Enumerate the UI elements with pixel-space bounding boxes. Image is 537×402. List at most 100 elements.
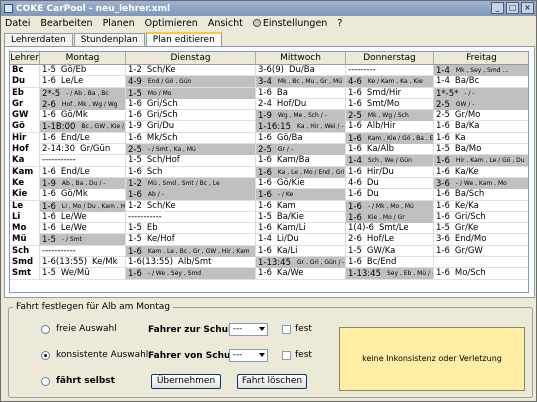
teacher-cell[interactable]: Du [10,76,40,88]
cell-mittwoch[interactable]: 3-6(9) Du/Ba [256,65,346,76]
cell-donnerstag[interactable]: 1-6 Bc/End [346,257,434,269]
cell-montag[interactable]: 1-6 Gö/Mk [40,189,126,201]
cell-freitag[interactable] [434,257,528,268]
cell-freitag[interactable]: 1-5 Gr/Ke [434,223,528,234]
cell-donnerstag[interactable]: 1-6 Smt/Mo [346,98,434,110]
cell-donnerstag[interactable]: 1-5 GW/Ka [346,245,434,257]
menu-bearbeiten[interactable]: Bearbeiten [40,18,92,29]
cell-freitag[interactable]: 1*-5* - / - [434,87,528,99]
cell-donnerstag[interactable]: 1-6 - / Mk , Mo , Mü [346,200,434,212]
cell-montag[interactable]: 1-6 Gö/Mk [40,110,126,122]
cell-dienstag[interactable]: 1-6 - / We , Sey , Smd [126,268,256,280]
cell-mittwoch[interactable]: 1-6 Kam/Li [256,223,346,235]
cell-mittwoch[interactable]: 3-4 Mk , Bc , Mu , Gr , Mü [256,76,346,88]
menu-ansicht[interactable]: Ansicht [208,18,243,29]
cell-dienstag[interactable]: 4-9 End / Gö , Gün [126,76,256,88]
cell-mittwoch[interactable]: 1-13:45 Gr , Gri , Gün / - [256,257,346,269]
teacher-cell[interactable]: Kie [10,189,40,201]
cell-donnerstag[interactable]: 1-6 Alb/Hir [346,121,434,133]
cell-mittwoch[interactable]: 1-6 Ka/Li [256,245,346,257]
cell-montag[interactable]: 1-5 Gö/Eb [40,65,126,76]
cell-montag[interactable]: 1-6 Le/We [40,211,126,223]
cell-dienstag[interactable]: 1-5 Ke/Hof [126,234,256,246]
cell-freitag[interactable]: 1-4 Ba/Bc [434,76,528,87]
cell-dienstag[interactable]: 1-6 Gri/Sch [126,110,256,122]
cell-donnerstag[interactable]: 1-6 Du [346,189,434,201]
cell-dienstag[interactable]: 1-6 Ab / - [126,189,256,201]
cell-montag[interactable]: 1-6 Li , Mo / Du , Kam , Hir [40,200,126,212]
cell-mittwoch[interactable]: 1-6 Ba [256,87,346,99]
cell-dienstag[interactable]: 1-5 Mo / Mo [126,87,256,99]
col-header-donnerstag[interactable]: Donnerstag [346,52,434,65]
minimize-button[interactable]: _ [491,2,504,14]
cell-donnerstag[interactable]: --------- [346,65,434,76]
cell-montag[interactable]: 1-9 Ab , Ba , Du / - [40,177,126,189]
cell-mittwoch[interactable]: 1-4 Li/Du [256,234,346,246]
cell-mittwoch[interactable]: 1-6 Kam [256,200,346,212]
cell-freitag[interactable]: 2-5 Gr/Mo [434,110,528,121]
radio-faehrt-selbst[interactable]: fährt selbst [41,376,115,386]
col-header-freitag[interactable]: Freitag [434,52,528,65]
teacher-cell[interactable]: Smd [10,257,40,269]
cell-freitag[interactable]: 3-6 - / We , Kam , Mo [434,177,528,189]
teacher-cell[interactable]: Sch [10,245,40,257]
cell-donnerstag[interactable]: 1(4)-6 Smt/Le [346,223,434,235]
cell-dienstag[interactable]: 1-6 Kam , Le , Bc , Gr , GW , Hir , Kam [126,245,256,257]
radio-freie-auswahl[interactable]: freie Auswahl [41,324,117,334]
col-header-mittwoch[interactable]: Mittwoch [256,52,346,65]
cell-freitag[interactable]: 1-6 Hir , Kam , Le / Gö , Du [434,155,528,167]
cell-montag[interactable]: 1-5 We/Mü [40,268,126,280]
cell-donnerstag[interactable]: 2-5 Mk , Wg / Sch [346,110,434,122]
cell-dienstag[interactable]: 1-5 Sch/Hof [126,155,256,167]
delete-ride-button[interactable]: Fahrt löschen [237,374,307,389]
cell-freitag[interactable]: 1-6 Ka/Ke [434,167,528,178]
cell-donnerstag[interactable]: 1-6 Kam , Kie / Gö , Ba , Eb [346,132,434,144]
cell-dienstag[interactable]: 1-6 Gri/Sch [126,98,256,110]
teacher-cell[interactable]: Hof [10,144,40,156]
cell-montag[interactable]: 1-5 - / Smt [40,234,126,246]
to-school-select[interactable]: --- [229,323,268,336]
teacher-cell[interactable]: GW [10,110,40,122]
cell-donnerstag[interactable]: 2-6 Hof/Le [346,234,434,246]
radio-konsistente-auswahl[interactable]: konsistente Auswahl [41,350,148,360]
close-button[interactable]: × [521,2,534,14]
to-school-fest-checkbox[interactable]: fest [282,324,312,334]
teacher-cell[interactable]: Mo [10,223,40,235]
cell-freitag[interactable]: 3-6 End/Mo [434,234,528,245]
cell-freitag[interactable]: 1-6 Gr/GW [434,246,528,257]
cell-mittwoch[interactable]: 1-5 Ba/Kie [256,211,346,223]
cell-dienstag[interactable]: 1-6 Mk/Sch [126,132,256,144]
cell-montag[interactable]: 1-6 End/Le [40,166,126,178]
cell-montag[interactable]: 1-6 Le/We [40,223,126,235]
cell-donnerstag[interactable]: 1-4 Sch , We / Gün [346,155,434,167]
cell-freitag[interactable]: 1-6 Mo/Sch [434,268,528,279]
teacher-cell[interactable]: Gr [10,98,40,110]
cell-mittwoch[interactable]: 1-6 - / Ke [256,189,346,201]
cell-dienstag[interactable]: 1-5 Eb [126,223,256,235]
cell-freitag[interactable]: 1-6 Ka [434,133,528,144]
cell-freitag[interactable]: 1-5 Ba/Mo [434,144,528,155]
apply-button[interactable]: Übernehmen [151,374,221,389]
cell-mittwoch[interactable]: 1-6 Gö/Kie [256,177,346,189]
from-school-fest-checkbox[interactable]: fest [282,350,312,360]
cell-montag[interactable]: 2-6 Hof , Mk , Wg / Wg [40,98,126,110]
teacher-cell[interactable]: Gö [10,121,40,133]
cell-dienstag[interactable]: 1-2 Sch/Ke [126,65,256,76]
cell-freitag[interactable]: 2-5 GW / - [434,98,528,110]
tab-lehrerdaten[interactable]: Lehrerdaten [4,33,73,47]
cell-montag[interactable]: 1-1B:00 Bc , GW , Kie / - [40,121,126,133]
cell-dienstag[interactable]: 1-6 Sch [126,166,256,178]
from-school-select[interactable]: --- [229,349,268,362]
cell-mittwoch[interactable]: 1-6 Kam/Ba [256,155,346,167]
teacher-cell[interactable]: Le [10,200,40,212]
cell-freitag[interactable]: 1-6 Ba/Sch [434,189,528,200]
teacher-cell[interactable]: Eb [10,87,40,99]
menu-planen[interactable]: Planen [103,18,135,29]
cell-montag[interactable]: ----------- [40,245,126,257]
cell-dienstag[interactable]: 1-9 Gri/Du [126,121,256,133]
menu-optimieren[interactable]: Optimieren [145,18,198,29]
cell-montag[interactable]: 1-6 End/Le [40,132,126,144]
cell-dienstag[interactable]: 1-6(13:55) Alb/Smt [126,257,256,269]
teacher-cell[interactable]: Mü [10,234,40,246]
cell-freitag[interactable]: 1-6 Ba/Ka [434,121,528,132]
